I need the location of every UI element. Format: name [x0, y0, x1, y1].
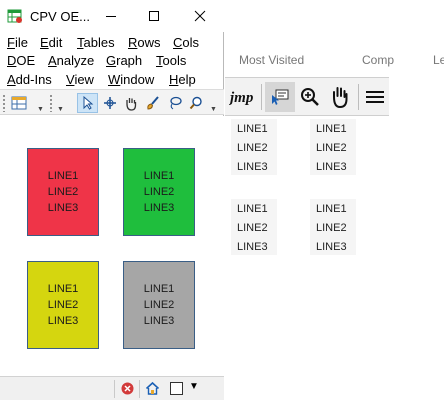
- magnifier-tool-icon[interactable]: [187, 93, 205, 113]
- menu-help[interactable]: Help: [169, 72, 196, 87]
- column-cell: LINE3: [316, 161, 347, 173]
- jmp-tool-panel: jmp: [225, 77, 389, 116]
- box-line: LINE1: [47, 170, 79, 182]
- box-line: LINE2: [47, 186, 79, 198]
- box-line: LINE1: [47, 283, 79, 295]
- column-cell: LINE1: [237, 203, 268, 215]
- menu-add-ins[interactable]: Add-Ins: [7, 72, 52, 87]
- box-line: LINE3: [47, 202, 79, 214]
- bookmark-le[interactable]: Le: [433, 53, 444, 67]
- chevron-down-icon[interactable]: ▼: [57, 106, 64, 113]
- window-title: CPV OE...: [30, 9, 90, 24]
- background-bookmarks-bar: Most Visited Comp Le: [225, 46, 444, 76]
- annotate-tool-icon[interactable]: [265, 82, 295, 112]
- hand-tool-icon[interactable]: [325, 82, 355, 112]
- hand-tool-icon[interactable]: [122, 93, 140, 113]
- column-cell: LINE1: [237, 123, 268, 135]
- chevron-down-icon[interactable]: ▼: [210, 106, 217, 113]
- text-column: LINE1 LINE2 LINE3: [231, 199, 277, 255]
- text-box-yellow[interactable]: LINE1 LINE2 LINE3: [27, 261, 99, 349]
- column-cell: LINE1: [316, 203, 347, 215]
- report-canvas: LINE1 LINE2 LINE3 LINE1 LINE2 LINE3 LINE…: [0, 116, 224, 376]
- menu-tools[interactable]: Tools: [156, 53, 186, 68]
- close-button[interactable]: [188, 4, 212, 28]
- menu-doe[interactable]: DOE: [7, 53, 35, 68]
- box-line: LINE3: [143, 202, 175, 214]
- box-line: LINE3: [143, 315, 175, 327]
- menu-graph[interactable]: Graph: [106, 53, 142, 68]
- data-table-icon[interactable]: [9, 93, 31, 113]
- error-icon[interactable]: [121, 382, 134, 400]
- toolbar: ▼ ▼ ▼: [0, 89, 224, 115]
- hamburger-menu-icon[interactable]: [360, 82, 390, 112]
- box-line: LINE1: [143, 170, 175, 182]
- brush-tool-icon[interactable]: [144, 93, 162, 113]
- column-cell: LINE3: [237, 241, 268, 253]
- lasso-tool-icon[interactable]: [166, 93, 184, 113]
- maximize-button[interactable]: [142, 4, 166, 28]
- menu-bar: File Edit Tables Rows Cols DOE Analyze G…: [0, 32, 224, 90]
- bookmark-comp[interactable]: Comp: [362, 53, 394, 67]
- column-cell: LINE2: [237, 222, 268, 234]
- text-column: LINE1 LINE2 LINE3: [310, 119, 356, 175]
- home-icon[interactable]: [145, 381, 160, 401]
- column-cell: LINE2: [316, 142, 347, 154]
- menu-tables[interactable]: Tables: [77, 35, 115, 50]
- text-column: LINE1 LINE2 LINE3: [310, 199, 356, 255]
- status-bar: ▼: [0, 376, 224, 400]
- divider: [261, 84, 262, 110]
- menu-edit[interactable]: Edit: [40, 35, 62, 50]
- chevron-down-icon[interactable]: ▼: [37, 106, 44, 113]
- zoom-tool-icon[interactable]: [295, 82, 325, 112]
- chevron-down-icon[interactable]: ▼: [189, 381, 199, 392]
- text-box-green[interactable]: LINE1 LINE2 LINE3: [123, 148, 195, 236]
- bookmark-most-visited[interactable]: Most Visited: [239, 53, 304, 67]
- column-cell: LINE3: [316, 241, 347, 253]
- menu-analyze[interactable]: Analyze: [48, 53, 94, 68]
- window-list-checkbox[interactable]: [170, 382, 183, 395]
- menu-window[interactable]: Window: [108, 72, 154, 87]
- text-column: LINE1 LINE2 LINE3: [231, 119, 277, 175]
- menu-rows[interactable]: Rows: [128, 35, 161, 50]
- toolbar-grip[interactable]: [2, 94, 6, 112]
- column-cell: LINE1: [316, 123, 347, 135]
- box-line: LINE2: [47, 299, 79, 311]
- menu-cols[interactable]: Cols: [173, 35, 199, 50]
- box-line: LINE1: [143, 283, 175, 295]
- menu-file[interactable]: File: [7, 35, 28, 50]
- column-cell: LINE2: [237, 142, 268, 154]
- divider: [114, 380, 115, 398]
- jmp-table-icon: [7, 8, 23, 24]
- text-box-gray[interactable]: LINE1 LINE2 LINE3: [123, 261, 195, 349]
- jmp-window: CPV OE... File Edit Tables Rows Cols DOE…: [0, 0, 224, 400]
- box-line: LINE2: [143, 186, 175, 198]
- toolbar-grip[interactable]: [49, 94, 53, 112]
- minimize-button[interactable]: [99, 4, 123, 28]
- jmp-logo-button[interactable]: jmp: [228, 82, 258, 112]
- box-line: LINE3: [47, 315, 79, 327]
- column-cell: LINE2: [316, 222, 347, 234]
- menu-view[interactable]: View: [66, 72, 94, 87]
- crosshair-tool-icon[interactable]: [101, 93, 119, 113]
- divider: [358, 84, 359, 110]
- title-bar[interactable]: CPV OE...: [0, 0, 224, 32]
- divider: [139, 380, 140, 398]
- box-line: LINE2: [143, 299, 175, 311]
- arrow-tool-icon[interactable]: [77, 93, 98, 113]
- text-box-red[interactable]: LINE1 LINE2 LINE3: [27, 148, 99, 236]
- jmp-logo-text: jmp: [229, 90, 254, 106]
- column-cell: LINE3: [237, 161, 268, 173]
